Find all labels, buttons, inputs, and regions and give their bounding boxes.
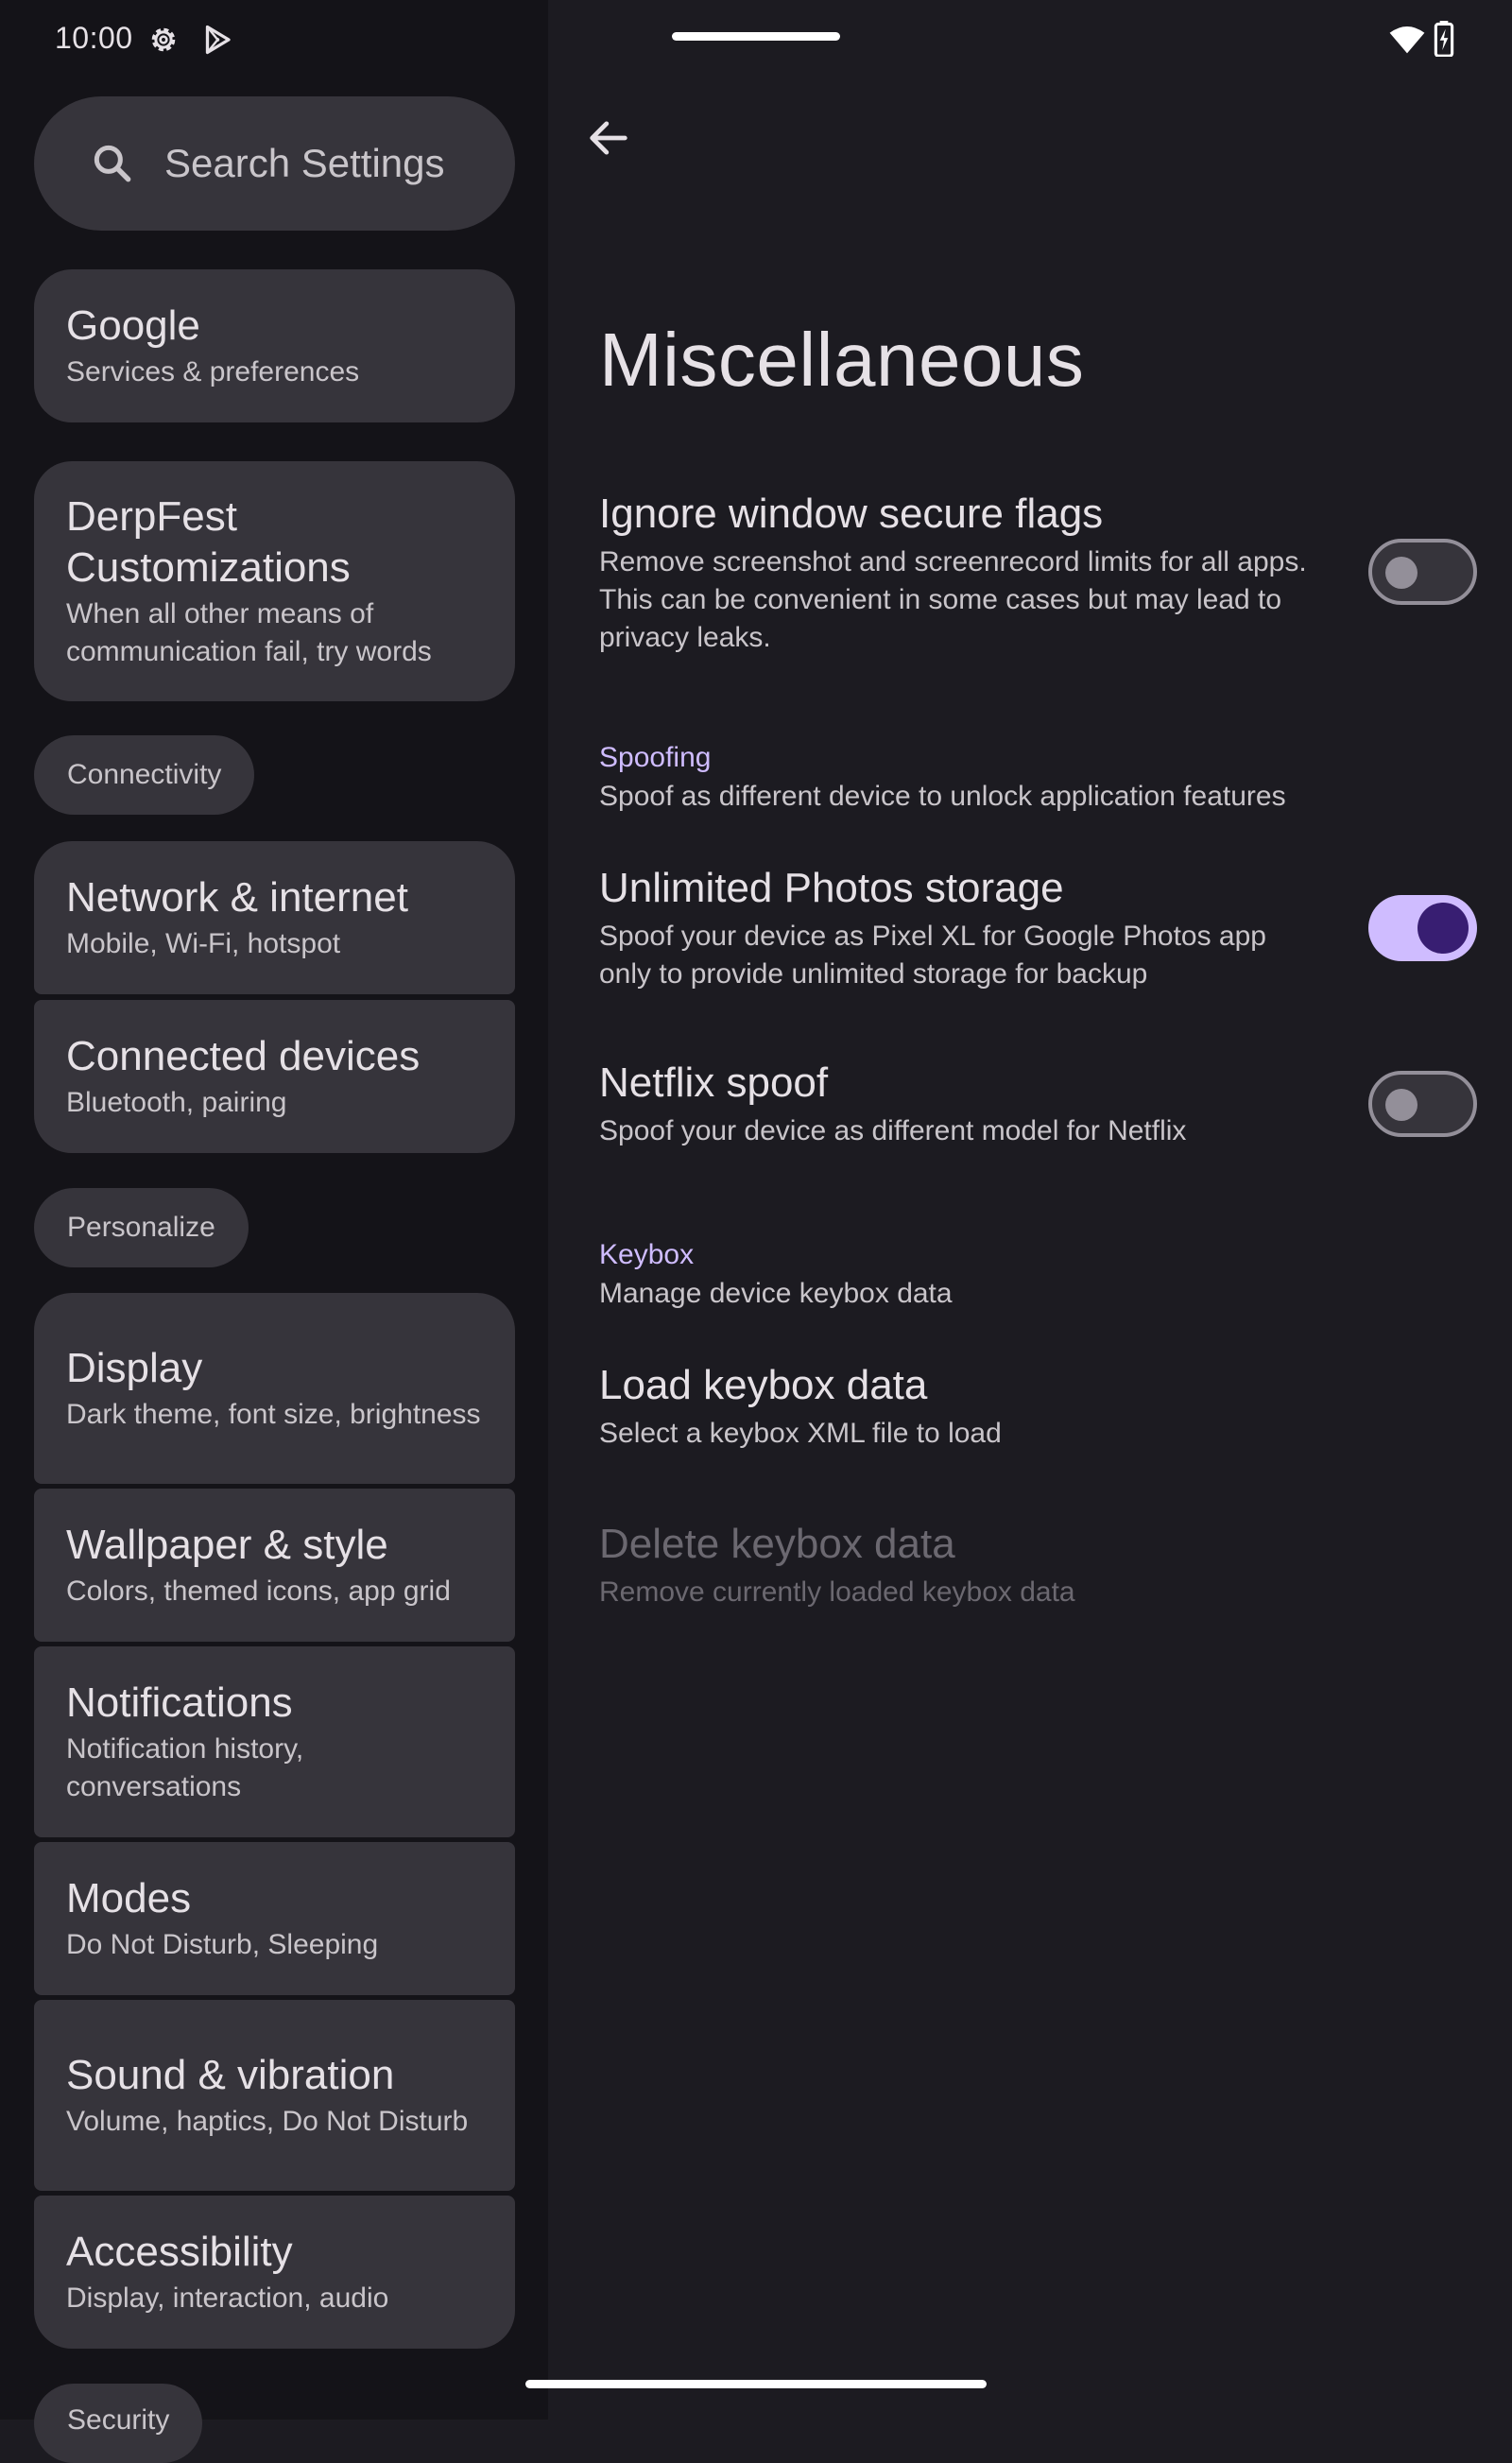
pref-delete-keybox: Delete keybox data Remove currently load…: [599, 1520, 1450, 1611]
sidebar-item-subtitle: Bluetooth, pairing: [66, 1087, 287, 1119]
sidebar-item-modes[interactable]: Modes Do Not Disturb, Sleeping: [34, 1842, 515, 1995]
search-icon: [94, 145, 131, 182]
status-bar: 10:00: [0, 0, 1512, 79]
pref-title: Unlimited Photos storage: [599, 865, 1064, 911]
category-title: Keybox: [599, 1239, 695, 1270]
sidebar-item-subtitle: Colors, themed icons, app grid: [66, 1576, 451, 1608]
play-store-icon: [205, 25, 231, 55]
sidebar-item-subtitle: Notification history, conversations: [66, 1733, 304, 1803]
pref-title: Load keybox data: [599, 1362, 928, 1408]
sidebar-item-sound[interactable]: Sound & vibration Volume, haptics, Do No…: [34, 2000, 515, 2191]
search-bar[interactable]: Search Settings: [34, 96, 515, 231]
camera-cutout-bar: [672, 32, 840, 41]
sidebar-item-display[interactable]: Display Dark theme, font size, brightnes…: [34, 1293, 515, 1484]
sidebar-item-title: Wallpaper & style: [66, 1522, 388, 1568]
sidebar-item-title: Display: [66, 1345, 203, 1391]
pref-title: Ignore window secure flags: [599, 491, 1104, 537]
pref-ignore-secure-flags[interactable]: Ignore window secure flags Remove screen…: [599, 490, 1317, 656]
sidebar-item-title: Connected devices: [66, 1033, 421, 1079]
sidebar-item-title: Network & internet: [66, 874, 408, 921]
netflix-spoof-toggle[interactable]: [1368, 1071, 1477, 1137]
gear-icon: [151, 27, 176, 52]
pref-title: Netflix spoof: [599, 1059, 829, 1106]
toggle-thumb: [1385, 557, 1418, 589]
sidebar-item-subtitle: Display, interaction, audio: [66, 2282, 389, 2315]
pref-netflix-spoof[interactable]: Netflix spoof Spoof your device as diffe…: [599, 1059, 1317, 1150]
category-chip-security: Security: [34, 2384, 203, 2463]
sidebar-item-subtitle: Do Not Disturb, Sleeping: [66, 1929, 379, 1961]
sidebar-item-title: Modes: [66, 1875, 192, 1921]
sidebar-item-title: DerpFest Customizations: [66, 493, 351, 592]
ignore-secure-flags-toggle[interactable]: [1368, 539, 1477, 605]
pref-summary: Remove screenshot and screenrecord limit…: [599, 545, 1307, 653]
sidebar-item-network[interactable]: Network & internet Mobile, Wi-Fi, hotspo…: [34, 841, 515, 994]
sidebar-item-subtitle: Mobile, Wi-Fi, hotspot: [66, 928, 341, 960]
sidebar-item-title: Accessibility: [66, 2229, 293, 2275]
sidebar-item-wallpaper[interactable]: Wallpaper & style Colors, themed icons, …: [34, 1489, 515, 1642]
category-title: Spoofing: [599, 742, 712, 773]
category-chip-personalize: Personalize: [34, 1188, 249, 1267]
category-summary: Spoof as different device to unlock appl…: [599, 781, 1286, 812]
battery-charging-icon: [1434, 21, 1454, 57]
pref-title: Delete keybox data: [599, 1521, 955, 1567]
back-arrow-icon[interactable]: [584, 113, 633, 163]
pref-summary: Remove currently loaded keybox data: [599, 1576, 1075, 1608]
pref-load-keybox[interactable]: Load keybox data Select a keybox XML fil…: [599, 1361, 1450, 1453]
sidebar-item-notifications[interactable]: Notifications Notification history, conv…: [34, 1646, 515, 1837]
unlimited-photos-toggle[interactable]: [1368, 895, 1477, 961]
toggle-thumb: [1385, 1089, 1418, 1121]
page-title: Miscellaneous: [599, 318, 1085, 402]
gesture-navigation-bar[interactable]: [525, 2380, 987, 2388]
category-keybox: Keybox Manage device keybox data: [599, 1236, 1450, 1313]
sidebar-item-connected-devices[interactable]: Connected devices Bluetooth, pairing: [34, 1000, 515, 1153]
pref-summary: Spoof your device as different model for…: [599, 1114, 1187, 1146]
category-spoofing: Spoofing Spoof as different device to un…: [599, 739, 1450, 816]
pref-summary: Select a keybox XML file to load: [599, 1417, 1002, 1449]
pref-unlimited-photos[interactable]: Unlimited Photos storage Spoof your devi…: [599, 864, 1317, 993]
sidebar-item-title: Google: [66, 302, 200, 349]
sidebar-item-subtitle: When all other means of communication fa…: [66, 598, 432, 668]
category-chip-connectivity: Connectivity: [34, 735, 255, 815]
toggle-thumb: [1418, 903, 1469, 954]
sidebar-item-subtitle: Dark theme, font size, brightness: [66, 1399, 481, 1431]
search-placeholder: Search Settings: [164, 141, 445, 185]
pref-summary: Spoof your device as Pixel XL for Google…: [599, 920, 1266, 990]
sidebar-item-google[interactable]: Google Services & preferences: [34, 269, 515, 422]
sidebar-item-accessibility[interactable]: Accessibility Display, interaction, audi…: [34, 2196, 515, 2349]
sidebar-item-title: Sound & vibration: [66, 2052, 395, 2098]
sidebar-item-subtitle: Volume, haptics, Do Not Disturb: [66, 2106, 469, 2138]
sidebar-item-derpfest[interactable]: DerpFest Customizations When all other m…: [34, 461, 515, 701]
category-summary: Manage device keybox data: [599, 1278, 953, 1309]
status-time: 10:00: [55, 21, 133, 55]
wifi-icon: [1389, 26, 1425, 54]
sidebar-item-title: Notifications: [66, 1679, 293, 1727]
sidebar-item-subtitle: Services & preferences: [66, 356, 360, 388]
settings-sidebar: Search Settings Google Services & prefer…: [0, 0, 548, 2463]
